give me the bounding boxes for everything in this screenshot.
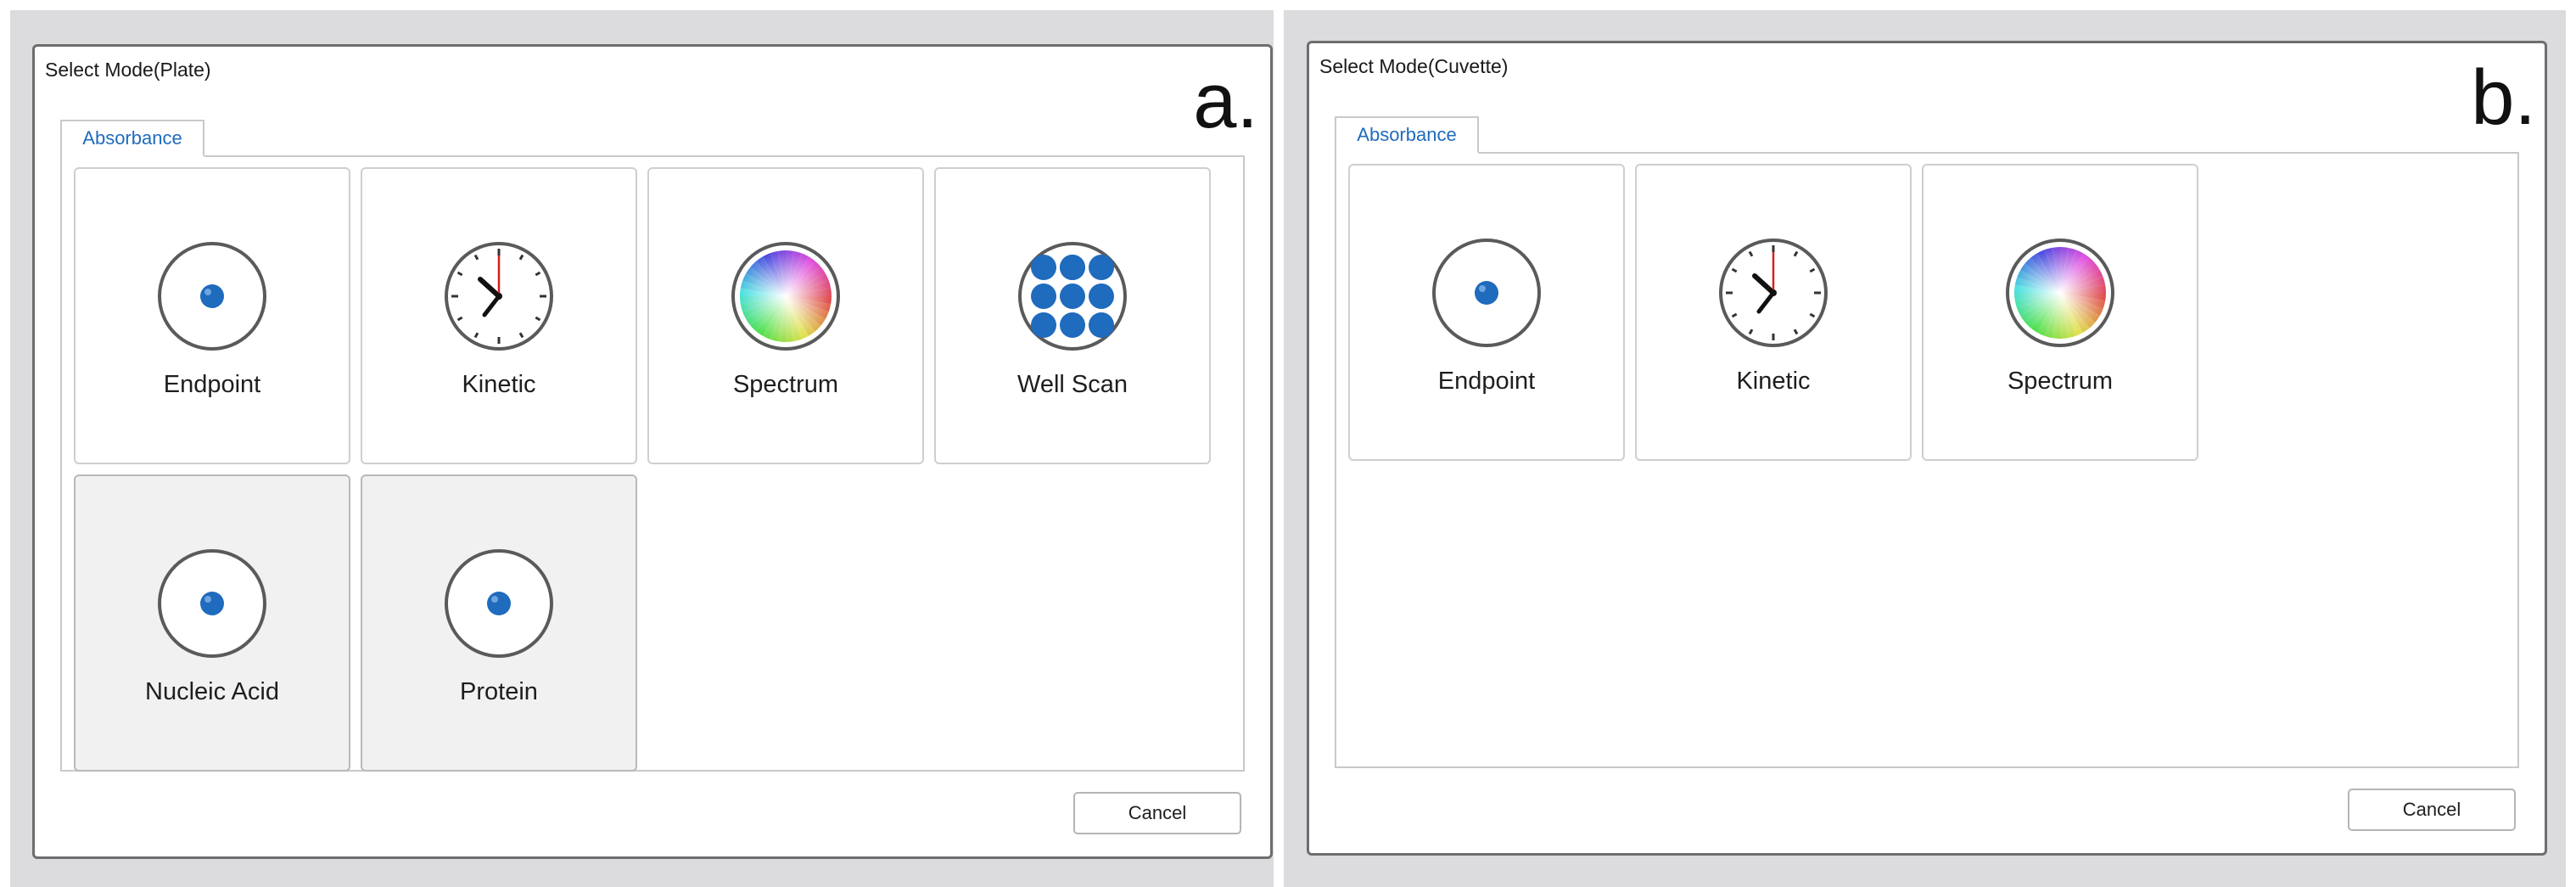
cancel-button[interactable]: Cancel xyxy=(2348,789,2516,831)
tab-absorbance[interactable]: Absorbance xyxy=(1335,116,1479,154)
mode-tile-endpoint[interactable]: Endpoint xyxy=(1348,164,1625,461)
endpoint-icon xyxy=(156,547,268,660)
clock-icon xyxy=(1717,237,1829,349)
endpoint-icon xyxy=(156,240,268,352)
mode-label: Endpoint xyxy=(1437,368,1536,395)
mode-tile-spectrum[interactable]: Spectrum xyxy=(1922,164,2198,461)
color-wheel-icon xyxy=(730,240,842,352)
clock-icon xyxy=(443,240,555,352)
mode-tile-well-scan[interactable]: Well Scan xyxy=(934,167,1211,464)
tab-strip: Absorbance xyxy=(60,118,1245,157)
endpoint-icon xyxy=(443,547,555,660)
mode-tile-kinetic[interactable]: Kinetic xyxy=(1635,164,1912,461)
mode-tile-endpoint[interactable]: Endpoint xyxy=(74,167,350,464)
dialog-title: Select Mode(Plate) xyxy=(45,59,211,81)
cancel-button[interactable]: Cancel xyxy=(1073,792,1241,834)
mode-tile-kinetic[interactable]: Kinetic xyxy=(361,167,637,464)
mode-label: Well Scan xyxy=(1016,371,1128,398)
mode-label: Nucleic Acid xyxy=(145,678,279,705)
tab-content: Endpoint Kinetic Spectrum Well Scan Nucleic … xyxy=(60,155,1245,772)
mode-label: Protein xyxy=(460,678,538,705)
mode-grid: Endpoint Kinetic Spectrum Well Scan Nucleic … xyxy=(74,167,1211,772)
color-wheel-icon xyxy=(2004,237,2116,349)
mode-label: Spectrum xyxy=(732,371,839,398)
select-mode-cuvette-dialog: Select Mode(Cuvette) b. Absorbance Endpo… xyxy=(1307,41,2547,856)
tab-strip: Absorbance xyxy=(1335,115,2519,154)
well-grid-icon xyxy=(1016,240,1128,352)
mode-tile-protein[interactable]: Protein xyxy=(361,474,637,772)
tab-absorbance[interactable]: Absorbance xyxy=(60,120,204,157)
tab-content: Endpoint Kinetic Spectrum xyxy=(1335,152,2519,768)
mode-label: Kinetic xyxy=(1736,368,1811,395)
endpoint-icon xyxy=(1431,237,1543,349)
mode-label: Endpoint xyxy=(163,371,261,398)
mode-grid: Endpoint Kinetic Spectrum xyxy=(1348,164,2485,461)
mode-tile-nucleic-acid[interactable]: Nucleic Acid xyxy=(74,474,350,772)
mode-tile-spectrum[interactable]: Spectrum xyxy=(647,167,924,464)
dialog-title: Select Mode(Cuvette) xyxy=(1319,55,1509,77)
mode-label: Spectrum xyxy=(2007,368,2114,395)
select-mode-plate-dialog: Select Mode(Plate) a. Absorbance Endpoin… xyxy=(32,44,1273,859)
mode-label: Kinetic xyxy=(462,371,536,398)
